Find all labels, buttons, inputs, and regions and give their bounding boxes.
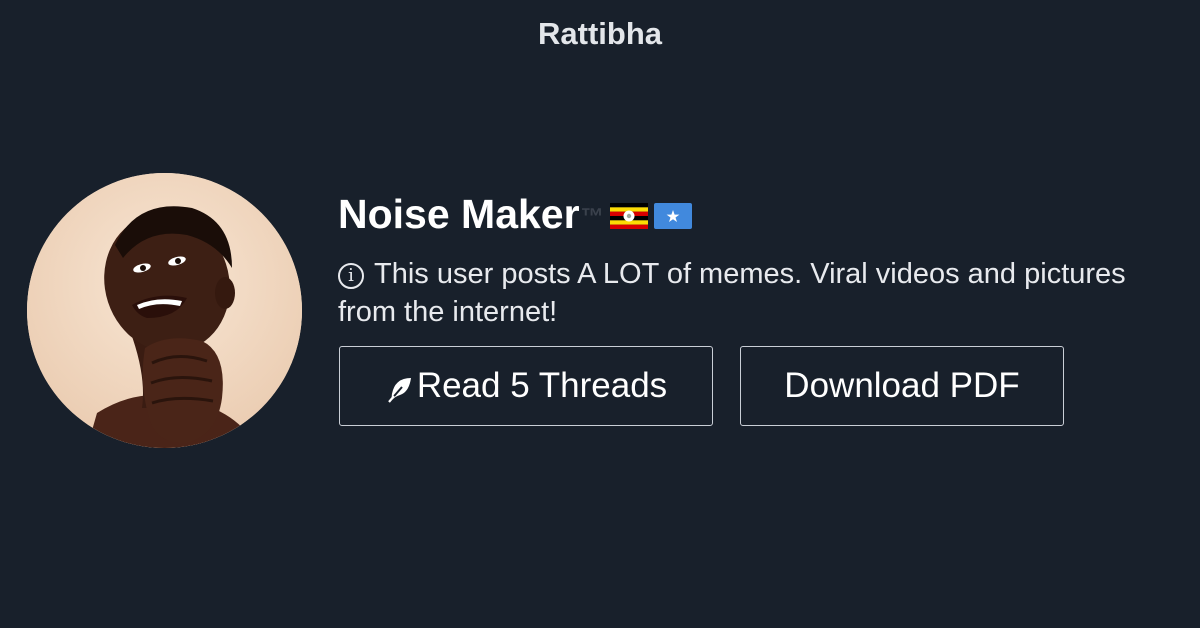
profile-bio: i This user posts A LOT of memes. Viral v… — [338, 255, 1138, 331]
read-threads-label: Read 5 Threads — [416, 366, 668, 405]
bio-text: This user posts A LOT of memes. Viral vi… — [338, 258, 1126, 328]
avatar-photo — [27, 173, 302, 448]
download-pdf-button[interactable]: Download PDF — [740, 346, 1064, 426]
download-pdf-label: Download PDF — [784, 366, 1020, 405]
uganda-flag-icon — [609, 203, 648, 229]
feather-icon — [385, 374, 415, 404]
profile-name: Noise Maker — [338, 191, 580, 237]
info-icon: i — [338, 263, 364, 289]
read-threads-button[interactable]: Read 5 Threads — [339, 346, 713, 426]
profile-name-row: Noise Maker ™ — [338, 190, 692, 238]
avatar — [27, 173, 302, 448]
trademark-mark: ™ — [580, 202, 604, 229]
site-brand[interactable]: Rattibha — [0, 14, 1200, 54]
somalia-flag-icon — [653, 203, 692, 229]
